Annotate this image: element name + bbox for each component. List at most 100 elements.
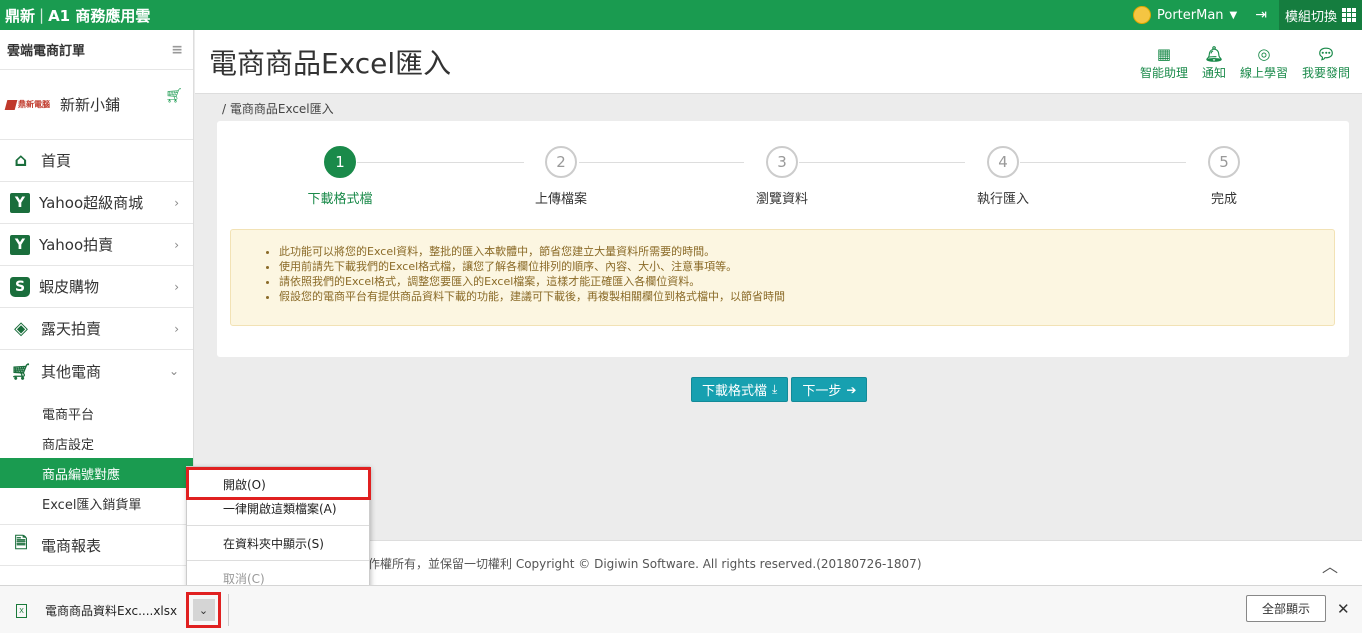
- wizard-steps: 1 下載格式檔 2 上傳檔案 3 瀏覽資料 4 執行匯入 5 完成: [217, 146, 1349, 207]
- sidebar-item-home[interactable]: ⌂ 首頁: [0, 140, 193, 182]
- home-icon: ⌂: [14, 150, 28, 171]
- menu-divider: [187, 560, 369, 561]
- sidebar-item-label: 蝦皮購物: [39, 278, 100, 296]
- notification-button[interactable]: 🔔︎ 通知: [1202, 44, 1226, 81]
- calendar-icon: ▦: [1156, 45, 1172, 63]
- store-info: 鼎新電腦 新新小鋪 🛒︎: [0, 70, 193, 140]
- wizard-step-2: 2 上傳檔案: [501, 146, 621, 207]
- bell-icon: 🔔︎: [1204, 45, 1224, 63]
- close-icon[interactable]: ✕: [1337, 600, 1350, 618]
- online-learning-button[interactable]: ◎ 線上學習: [1240, 44, 1288, 81]
- copyright-text: 作權所有，並保留一切權利 Copyright © Digiwin Softwar…: [368, 556, 922, 571]
- sidebar-item-yahoo-mall[interactable]: Y Yahoo超級商城 ›: [0, 182, 193, 224]
- menu-divider: [187, 525, 369, 526]
- cart-icon: 🛒︎: [10, 361, 32, 381]
- next-step-button[interactable]: 下一步 ➔: [791, 377, 868, 402]
- button-label: 下一步: [802, 384, 842, 399]
- sidebar-subitem-product-mapping[interactable]: 商品編號對應: [0, 458, 193, 488]
- user-menu[interactable]: PorterMan ▼: [1133, 6, 1237, 24]
- top-bar: 鼎新 | A1 商務應用雲 PorterMan ▼ ⇥ 模組切換: [0, 0, 1362, 30]
- ask-question-button[interactable]: 💬︎ 我要發問: [1302, 44, 1350, 81]
- arrow-right-circle-icon: ➔: [846, 382, 857, 397]
- download-template-button[interactable]: 下載格式檔 ⤓: [691, 377, 789, 402]
- brand-main: 鼎新: [5, 6, 36, 25]
- show-all-button[interactable]: 全部顯示: [1246, 595, 1326, 622]
- sidebar-title: 雲端電商訂單: [7, 44, 86, 59]
- notice-item: 假設您的電商平台有提供商品資料下載的功能，建議可下載後，再複製相關欄位到格式檔中…: [279, 289, 1334, 304]
- sidebar-subitem-store-settings[interactable]: 商店設定: [0, 428, 193, 458]
- sidebar-subitem-excel-import[interactable]: Excel匯入銷貨單: [0, 488, 193, 518]
- wizard-buttons: 下載格式檔 ⤓ 下一步 ➔: [691, 377, 870, 402]
- ruten-icon: ◈: [14, 318, 28, 339]
- sidebar-item-ruten[interactable]: ◈ 露天拍賣 ›: [0, 308, 193, 350]
- action-label: 通知: [1201, 66, 1226, 80]
- chevron-down-icon: ⌄: [168, 364, 179, 378]
- page-header: 電商商品Excel匯入 ▦ 智能助理 🔔︎ 通知 ◎ 線上學習 💬︎ 我要發問: [195, 30, 1362, 94]
- caret-down-icon: ▼: [1229, 9, 1238, 21]
- logout-icon[interactable]: ⇥: [1255, 7, 1267, 23]
- step-label: 上傳檔案: [534, 192, 587, 207]
- brand-logo[interactable]: 鼎新 | A1 商務應用雲: [0, 5, 150, 26]
- wizard-step-5: 5 完成: [1164, 146, 1284, 207]
- brand-separator: |: [39, 6, 45, 24]
- download-options-button[interactable]: ⌄: [186, 592, 221, 628]
- download-bar: X 電商商品資料Exc....xlsx ⌄ 全部顯示 ✕: [0, 585, 1362, 633]
- download-icon: ⤓: [772, 382, 778, 396]
- step-label: 下載格式檔: [307, 192, 373, 207]
- wizard-step-1: 1 下載格式檔: [280, 146, 400, 207]
- wizard-step-3: 3 瀏覽資料: [722, 146, 842, 207]
- step-number: 4: [987, 146, 1019, 178]
- excel-file-icon: X: [16, 603, 27, 618]
- step-number: 3: [766, 146, 798, 178]
- step-number: 1: [324, 146, 356, 178]
- sidebar-item-other-ecommerce[interactable]: 🛒︎ 其他電商 ⌄: [0, 350, 193, 392]
- compass-icon: ◎: [1257, 45, 1271, 63]
- chat-icon: 💬︎: [1316, 45, 1336, 63]
- download-item[interactable]: X 電商商品資料Exc....xlsx: [16, 602, 177, 619]
- breadcrumb: / 電商商品Excel匯入: [222, 102, 334, 116]
- download-filename: 電商商品資料Exc....xlsx: [45, 604, 178, 618]
- store-name: 新新小鋪: [60, 96, 121, 114]
- footer: 作權所有，並保留一切權利 Copyright © Digiwin Softwar…: [195, 540, 1362, 585]
- highlight-box: [186, 467, 371, 500]
- yahoo-icon: Y: [10, 234, 30, 255]
- sidebar-item-report[interactable]: 🗎 電商報表: [0, 524, 193, 566]
- sidebar-item-label: 電商報表: [41, 536, 102, 555]
- import-wizard-card: 1 下載格式檔 2 上傳檔案 3 瀏覽資料 4 執行匯入 5 完成 此功能可以將…: [217, 121, 1349, 357]
- menu-item-show-in-folder[interactable]: 在資料夾中顯示(S): [187, 531, 369, 555]
- chevron-down-icon: ⌄: [192, 599, 215, 621]
- step-label: 執行匯入: [976, 192, 1029, 207]
- sidebar-subitem-platform[interactable]: 電商平台: [0, 398, 193, 428]
- divider: [228, 594, 229, 626]
- sidebar-item-label: Yahoo超級商城: [39, 194, 144, 212]
- action-label: 智能助理: [1139, 66, 1188, 80]
- yahoo-icon: Y: [10, 192, 30, 213]
- grid-icon: [1342, 8, 1356, 22]
- page-title: 電商商品Excel匯入: [209, 47, 452, 80]
- user-name: PorterMan: [1157, 7, 1224, 23]
- chevron-right-icon: ›: [174, 279, 179, 294]
- cart-icon[interactable]: 🛒︎: [165, 88, 183, 104]
- notice-item: 請依照我們的Excel格式，調整您要匯入的Excel檔案，這樣才能正確匯入各欄位…: [279, 274, 1334, 289]
- module-switch-button[interactable]: 模組切換: [1278, 0, 1362, 30]
- action-label: 線上學習: [1239, 66, 1288, 80]
- sidebar-item-label: 其他電商: [41, 362, 102, 381]
- store-logo: 鼎新電腦: [4, 99, 50, 110]
- avatar: [1133, 6, 1151, 24]
- chevron-right-icon: ›: [174, 195, 179, 210]
- instruction-notice: 此功能可以將您的Excel資料，整批的匯入本軟體中，節省您建立大量資料所需要的時…: [230, 229, 1335, 326]
- wizard-step-4: 4 執行匯入: [943, 146, 1063, 207]
- notice-item: 使用前請先下載我們的Excel格式檔，讓您了解各欄位排列的順序、內容、大小、注意…: [279, 259, 1334, 274]
- chevron-up-icon[interactable]: ︿: [1322, 553, 1338, 577]
- shopee-icon: S: [10, 276, 30, 297]
- button-label: 下載格式檔: [702, 384, 768, 399]
- sidebar-item-shopee[interactable]: S 蝦皮購物 ›: [0, 266, 193, 308]
- document-icon: 🗎: [14, 532, 28, 552]
- brand-sub: A1 商務應用雲: [48, 6, 151, 25]
- smart-assistant-button[interactable]: ▦ 智能助理: [1140, 44, 1188, 81]
- step-number: 5: [1208, 146, 1240, 178]
- step-label: 瀏覽資料: [755, 192, 808, 207]
- sidebar-item-yahoo-auction[interactable]: Y Yahoo拍賣 ›: [0, 224, 193, 266]
- step-number: 2: [545, 146, 577, 178]
- hamburger-icon[interactable]: ≡: [171, 42, 183, 58]
